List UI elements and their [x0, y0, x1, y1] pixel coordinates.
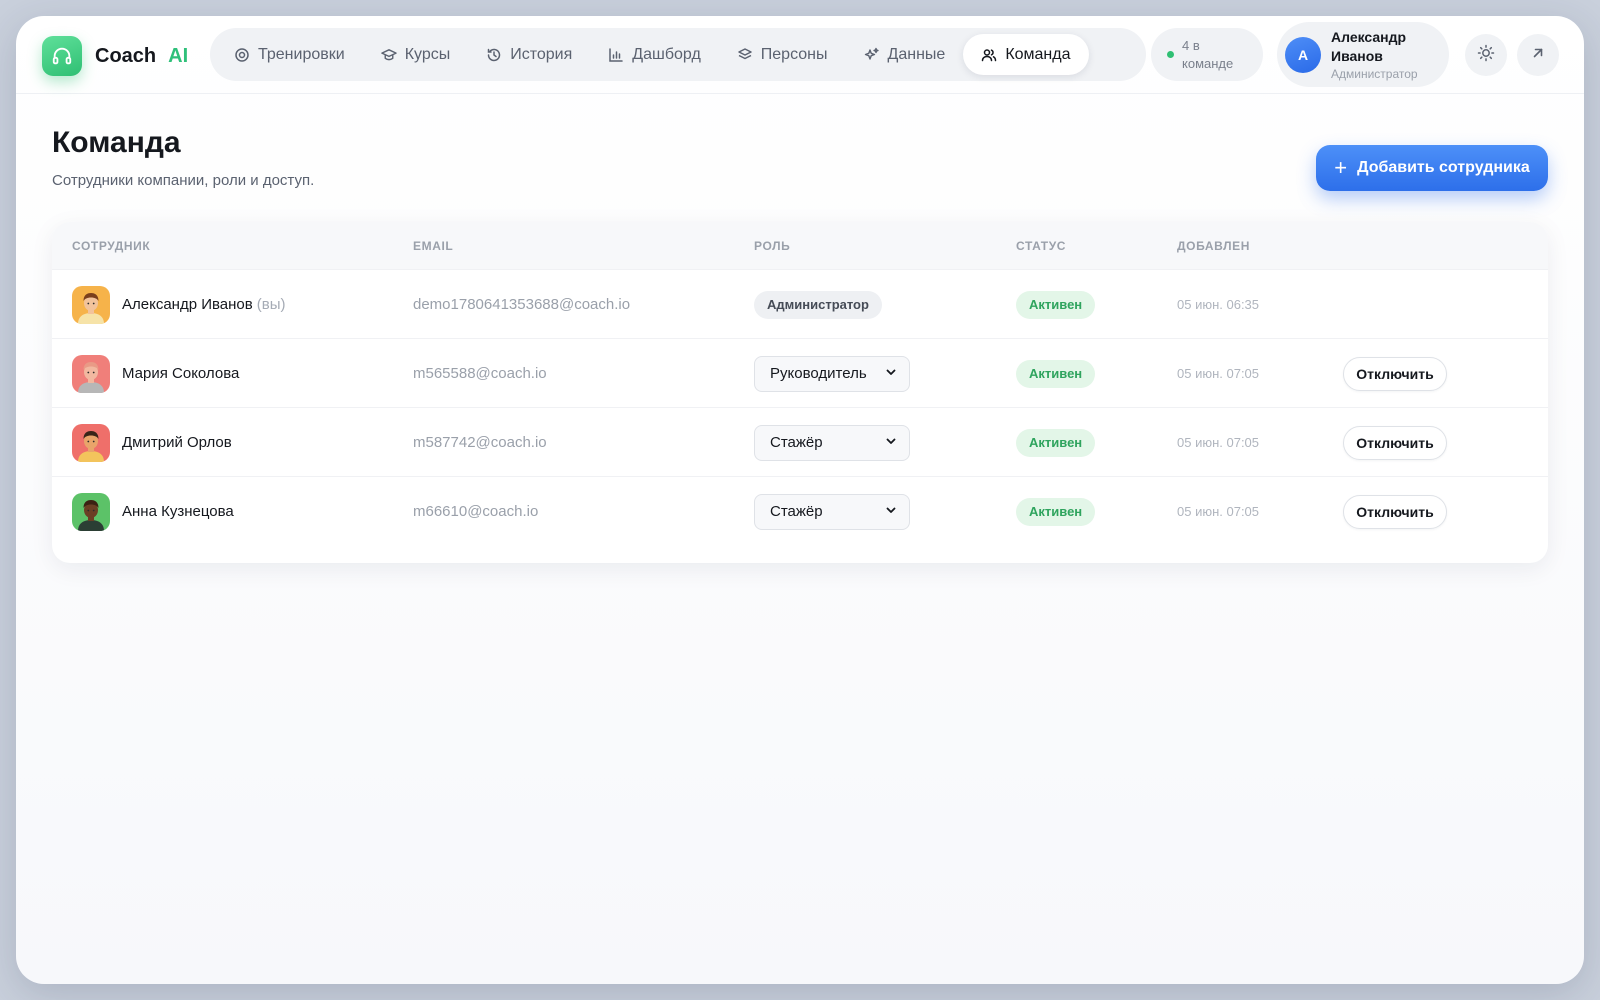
add-employee-label: Добавить сотрудника — [1357, 159, 1530, 176]
table-row: Анна Кузнецова m66610@coach.io Стажёр Ак… — [52, 476, 1548, 545]
theme-toggle-button[interactable] — [1465, 34, 1507, 76]
role-badge: Администратор — [754, 290, 882, 319]
chevron-down-icon — [885, 365, 897, 382]
nav-item-history[interactable]: История — [468, 34, 590, 75]
table-header: СОТРУДНИК EMAIL РОЛЬ СТАТУС ДОБАВЛЕН — [52, 222, 1548, 269]
user-role: Администратор — [1331, 66, 1418, 81]
status-badge: Активен — [1016, 290, 1096, 319]
nav-item-label: Данные — [887, 45, 946, 63]
avatar — [72, 285, 110, 324]
team-count-text: 4 в команде — [1182, 37, 1234, 71]
top-bar: Coach AI Тренировки Курсы История Дашбор… — [16, 16, 1584, 94]
app-name-accent: AI — [168, 44, 189, 67]
user-name: Александр Иванов — [1331, 28, 1407, 64]
chevron-down-icon — [885, 503, 897, 520]
status-badge: Активен — [1016, 428, 1096, 457]
nav-item-dashboard[interactable]: Дашборд — [590, 34, 719, 75]
status-badge: Активен — [1016, 497, 1096, 526]
employee-email: m587742@coach.io — [413, 434, 547, 451]
page-subtitle: Сотрудники компании, роли и доступ. — [52, 172, 315, 189]
nav-item-data[interactable]: Данные — [846, 34, 964, 75]
column-header-role: РОЛЬ — [754, 239, 791, 253]
avatar — [72, 492, 110, 531]
employee-name: Дмитрий Орлов — [122, 434, 232, 451]
added-date: 05 июн. 07:05 — [1177, 504, 1260, 519]
column-header-status: СТАТУС — [1016, 239, 1067, 253]
nav-item-label: Дашборд — [632, 45, 701, 63]
avatar — [72, 354, 110, 393]
employee-email: demo1780641353688@coach.io — [413, 296, 631, 313]
employee-email: m565588@coach.io — [413, 365, 547, 382]
added-date: 05 июн. 07:05 — [1177, 366, 1260, 381]
app-name: Coach — [95, 44, 157, 67]
table-row: Александр Иванов (вы) demo1780641353688@… — [52, 269, 1548, 338]
users-icon — [981, 47, 997, 63]
nav-item-label: Курсы — [404, 45, 451, 63]
table-row: Дмитрий Орлов m587742@coach.io Стажёр Ак… — [52, 407, 1548, 476]
employee-name: Анна Кузнецова — [122, 503, 234, 520]
employee-name: Мария Соколова — [122, 365, 240, 382]
logo[interactable]: Coach AI — [42, 36, 188, 76]
sparkles-icon — [864, 47, 880, 63]
column-header-added: ДОБАВЛЕН — [1177, 239, 1250, 253]
nav-item-team[interactable]: Команда — [963, 34, 1089, 75]
column-header-employee: СОТРУДНИК — [72, 239, 151, 253]
nav-item-label: Команда — [1005, 45, 1071, 63]
disable-button[interactable]: Отключить — [1343, 494, 1447, 529]
user-menu[interactable]: А Александр Иванов Администратор — [1277, 22, 1449, 87]
team-count-badge: 4 в команде — [1151, 28, 1263, 81]
you-label: (вы) — [256, 296, 286, 313]
status-badge: Активен — [1016, 359, 1096, 388]
bar-chart-icon — [608, 47, 624, 63]
avatar: А — [1285, 36, 1321, 73]
nav-item-label: Тренировки — [258, 45, 345, 63]
graduation-cap-icon — [380, 47, 397, 63]
role-select[interactable]: Руководитель — [754, 355, 910, 392]
sun-icon — [1477, 44, 1495, 67]
history-icon — [486, 47, 502, 63]
disable-button[interactable]: Отключить — [1343, 356, 1447, 391]
main-nav: Тренировки Курсы История Дашборд Персоны… — [210, 28, 1146, 81]
nav-item-courses[interactable]: Курсы — [363, 34, 469, 75]
headset-icon — [42, 36, 82, 76]
nav-item-label: История — [510, 45, 573, 63]
plus-icon: + — [1334, 155, 1348, 180]
logout-button[interactable] — [1517, 34, 1559, 76]
layers-icon — [737, 47, 753, 63]
chevron-down-icon — [885, 434, 897, 451]
nav-item-label: Персоны — [760, 45, 828, 63]
disable-button[interactable]: Отключить — [1343, 425, 1447, 460]
add-employee-button[interactable]: + Добавить сотрудника — [1316, 145, 1548, 191]
employee-name: Александр Иванов — [122, 296, 253, 313]
added-date: 05 июн. 06:35 — [1177, 297, 1260, 312]
target-icon — [234, 47, 250, 63]
role-select-value: Стажёр — [770, 434, 823, 451]
role-select-value: Руководитель — [770, 365, 867, 382]
app-window: Coach AI Тренировки Курсы История Дашбор… — [16, 16, 1584, 984]
nav-item-personas[interactable]: Персоны — [719, 34, 846, 75]
avatar — [72, 423, 110, 462]
nav-item-trainings[interactable]: Тренировки — [216, 34, 363, 75]
page-title: Команда — [52, 126, 181, 159]
role-select-value: Стажёр — [770, 503, 823, 520]
role-select[interactable]: Стажёр — [754, 424, 910, 461]
table-row: Мария Соколова m565588@coach.io Руководи… — [52, 338, 1548, 407]
column-header-email: EMAIL — [413, 239, 454, 253]
team-table: СОТРУДНИК EMAIL РОЛЬ СТАТУС ДОБАВЛЕН Але… — [52, 222, 1548, 563]
employee-email: m66610@coach.io — [413, 503, 539, 520]
added-date: 05 июн. 07:05 — [1177, 435, 1260, 450]
role-select[interactable]: Стажёр — [754, 493, 910, 530]
arrow-up-right-icon — [1530, 45, 1546, 66]
online-dot — [1167, 51, 1174, 58]
